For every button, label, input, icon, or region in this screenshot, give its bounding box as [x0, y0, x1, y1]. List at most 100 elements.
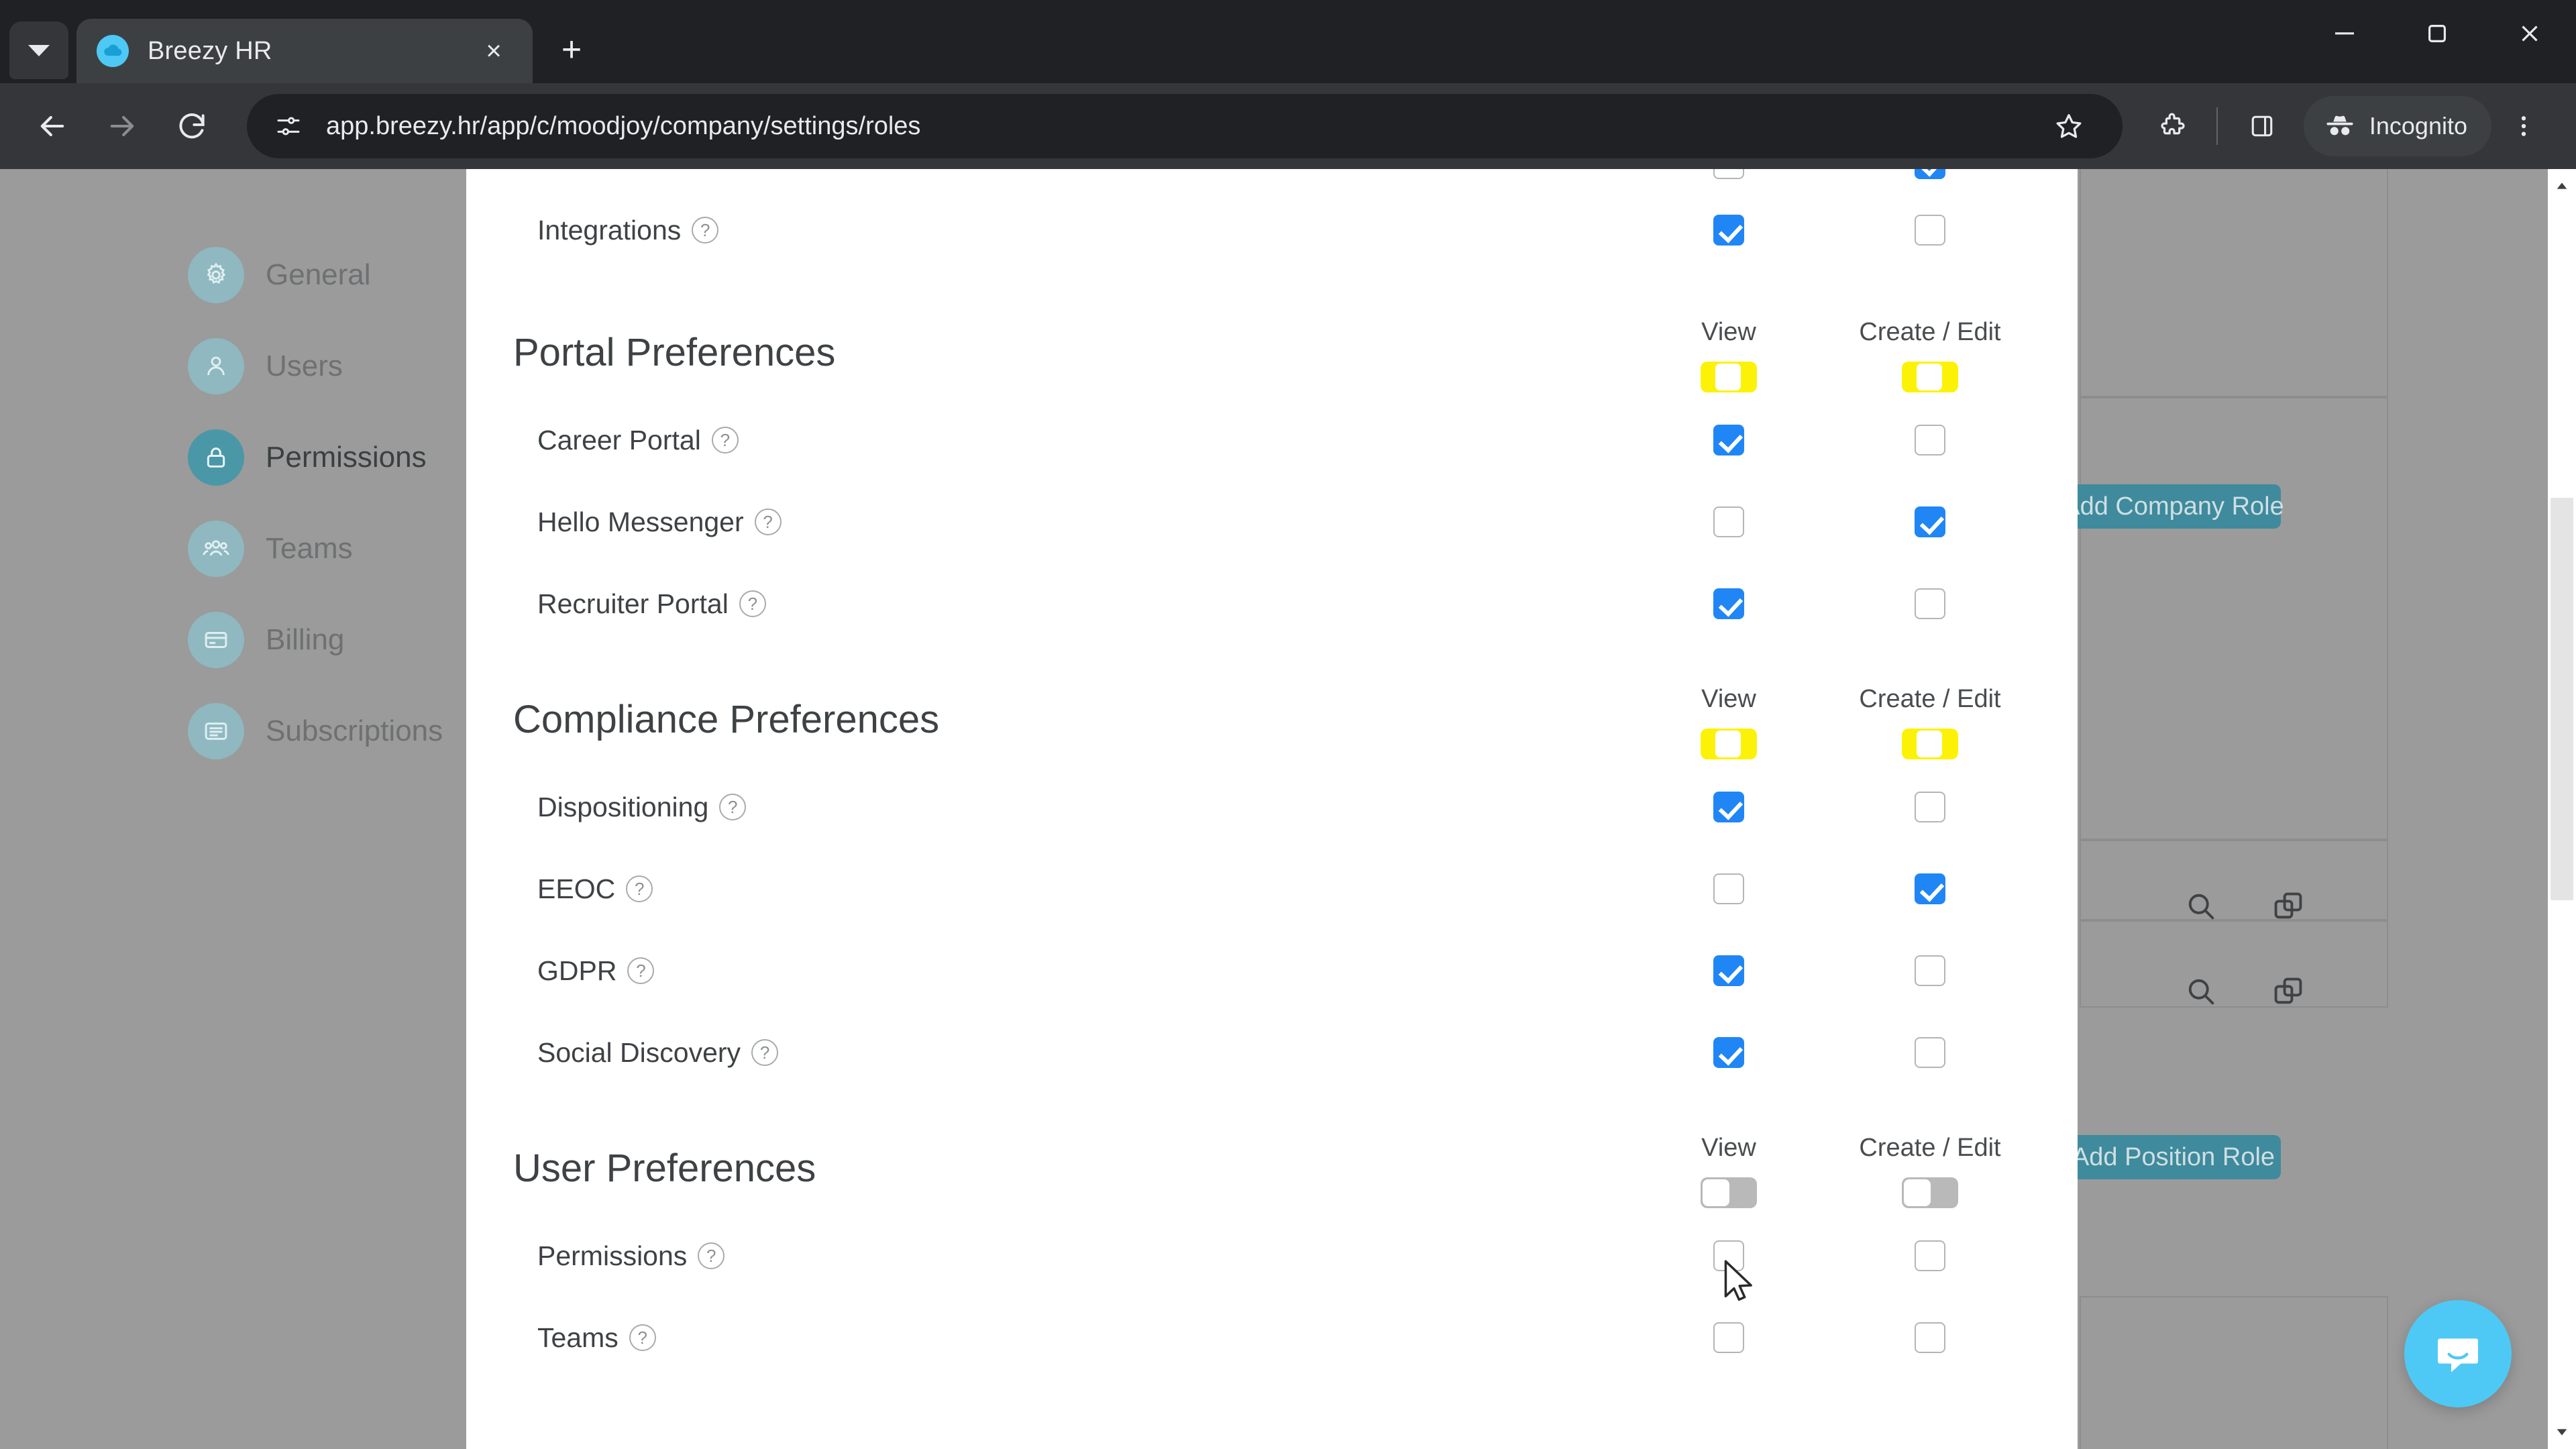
section-view-toggle[interactable] [1701, 362, 1757, 392]
add-company-role-button[interactable]: Add Company Role [2063, 484, 2284, 529]
address-bar[interactable]: app.breezy.hr/app/c/moodjoy/company/sett… [247, 94, 2123, 158]
close-icon[interactable]: × [475, 32, 513, 70]
forward-button[interactable] [90, 94, 154, 158]
row-label-text: Dispositioning [537, 791, 709, 822]
help-icon[interactable]: ? [719, 794, 747, 820]
browser-tab[interactable]: Breezy HR × [76, 19, 533, 83]
row-label-text: Recruiter Portal [537, 588, 729, 619]
view-checkbox[interactable] [1628, 1240, 1829, 1271]
help-icon[interactable]: ? [627, 957, 655, 984]
edit-checkbox[interactable] [1829, 425, 2031, 455]
edit-checkbox[interactable] [1829, 955, 2031, 986]
section-edit-toggle[interactable] [1902, 1177, 1958, 1208]
column-label: View [1701, 318, 1756, 346]
sidebar-item-billing[interactable]: Billing [188, 594, 470, 686]
incognito-label: Incognito [2369, 112, 2467, 140]
sidebar-item-general[interactable]: General [188, 229, 470, 321]
sidebar-item-permissions[interactable]: Permissions [188, 412, 470, 503]
credit-card-icon [188, 612, 244, 668]
help-icon[interactable]: ? [629, 1324, 656, 1351]
section-title: User Preferences [513, 1146, 816, 1190]
view-checkbox[interactable] [1628, 215, 1829, 246]
edit-checkbox[interactable] [1829, 792, 2031, 822]
edit-checkbox[interactable] [1829, 506, 2031, 537]
maximize-button[interactable] [2391, 0, 2483, 67]
sidebar-item-users[interactable]: Users [188, 321, 470, 412]
sidebar-item-subscriptions[interactable]: Subscriptions [188, 686, 470, 777]
side-panel-icon[interactable] [2230, 94, 2294, 158]
puzzle-piece-icon[interactable] [2140, 94, 2204, 158]
back-button[interactable] [20, 94, 85, 158]
sidebar-item-label: Permissions [266, 441, 427, 474]
omnibox-actions [2037, 94, 2101, 158]
tune-icon[interactable] [268, 106, 309, 146]
section-edit-toggle[interactable] [1902, 362, 1958, 392]
row-label-text: Social Discovery [537, 1036, 741, 1068]
role-permissions-modal: Integrations ? Portal Preferences View C… [466, 169, 2078, 1449]
view-checkbox[interactable] [1628, 425, 1829, 455]
page-scrollbar[interactable] [2548, 169, 2576, 1449]
column-label: Create / Edit [1859, 318, 2001, 346]
view-checkbox[interactable] [1628, 1322, 1829, 1353]
search-icon[interactable] [2184, 974, 2218, 1012]
help-icon[interactable]: ? [739, 590, 766, 617]
view-checkbox[interactable] [1628, 588, 1829, 619]
row-label: Permissions ? [513, 1240, 1628, 1272]
column-header-view: View [1628, 318, 1829, 392]
tab-strip: Breezy HR × + [0, 0, 2576, 83]
row-label-text: Career Portal [537, 424, 701, 455]
help-icon[interactable]: ? [754, 508, 782, 535]
scrollbar-thumb[interactable] [2551, 498, 2573, 900]
star-icon[interactable] [2037, 94, 2101, 158]
row-label-text: Hello Messenger [537, 506, 744, 537]
row-label: Career Portal ? [513, 425, 1628, 456]
help-icon[interactable]: ? [698, 1242, 725, 1269]
edit-checkbox[interactable] [1829, 1322, 2031, 1353]
section-view-toggle[interactable] [1701, 729, 1757, 759]
tab-search-button[interactable] [9, 21, 68, 79]
three-dot-menu-icon[interactable] [2491, 94, 2556, 158]
sidebar-item-label: General [266, 258, 371, 291]
edit-checkbox[interactable] [1829, 215, 2031, 246]
view-checkbox[interactable] [1628, 792, 1829, 822]
row-label-text: Teams [537, 1322, 619, 1353]
reload-button[interactable] [160, 94, 224, 158]
help-icon[interactable]: ? [626, 875, 653, 902]
table-row: GDPR ? [513, 930, 2031, 1012]
minimize-button[interactable] [2298, 0, 2391, 67]
edit-checkbox[interactable] [1829, 873, 2031, 904]
column-label: Create / Edit [1859, 685, 2001, 713]
scroll-up-arrow-icon[interactable] [2548, 172, 2576, 200]
edit-checkbox[interactable] [1829, 588, 2031, 619]
row-label: GDPR ? [513, 955, 1628, 987]
column-label: View [1701, 1134, 1756, 1162]
intercom-chat-icon[interactable] [2404, 1300, 2512, 1407]
sidebar-item-teams[interactable]: Teams [188, 503, 470, 594]
sidebar-item-label: Teams [266, 532, 353, 565]
clipped-edit-checkbox[interactable] [1829, 169, 2031, 179]
new-tab-button[interactable]: + [545, 23, 598, 76]
section-edit-toggle[interactable] [1902, 729, 1958, 759]
help-icon[interactable]: ? [692, 217, 719, 244]
scroll-down-arrow-icon[interactable] [2548, 1418, 2576, 1446]
add-position-role-button[interactable]: Add Position Role [2066, 1135, 2281, 1179]
list-icon [188, 703, 244, 759]
view-checkbox[interactable] [1628, 506, 1829, 537]
close-window-button[interactable] [2483, 0, 2576, 67]
view-checkbox[interactable] [1628, 1037, 1829, 1068]
edit-checkbox[interactable] [1829, 1037, 2031, 1068]
row-label: Dispositioning ? [513, 792, 1628, 823]
gear-icon [188, 247, 244, 303]
incognito-badge[interactable]: Incognito [2303, 96, 2491, 156]
help-icon[interactable]: ? [751, 1039, 779, 1066]
clipped-view-checkbox[interactable] [1628, 169, 1829, 179]
table-row-clipped [513, 169, 2031, 180]
help-icon[interactable]: ? [711, 427, 739, 453]
row-label: Integrations ? [513, 215, 1628, 246]
duplicate-icon[interactable] [2271, 974, 2306, 1012]
view-checkbox[interactable] [1628, 955, 1829, 986]
view-checkbox[interactable] [1628, 873, 1829, 904]
browser-toolbar: app.breezy.hr/app/c/moodjoy/company/sett… [0, 83, 2576, 169]
section-view-toggle[interactable] [1701, 1177, 1757, 1208]
edit-checkbox[interactable] [1829, 1240, 2031, 1271]
